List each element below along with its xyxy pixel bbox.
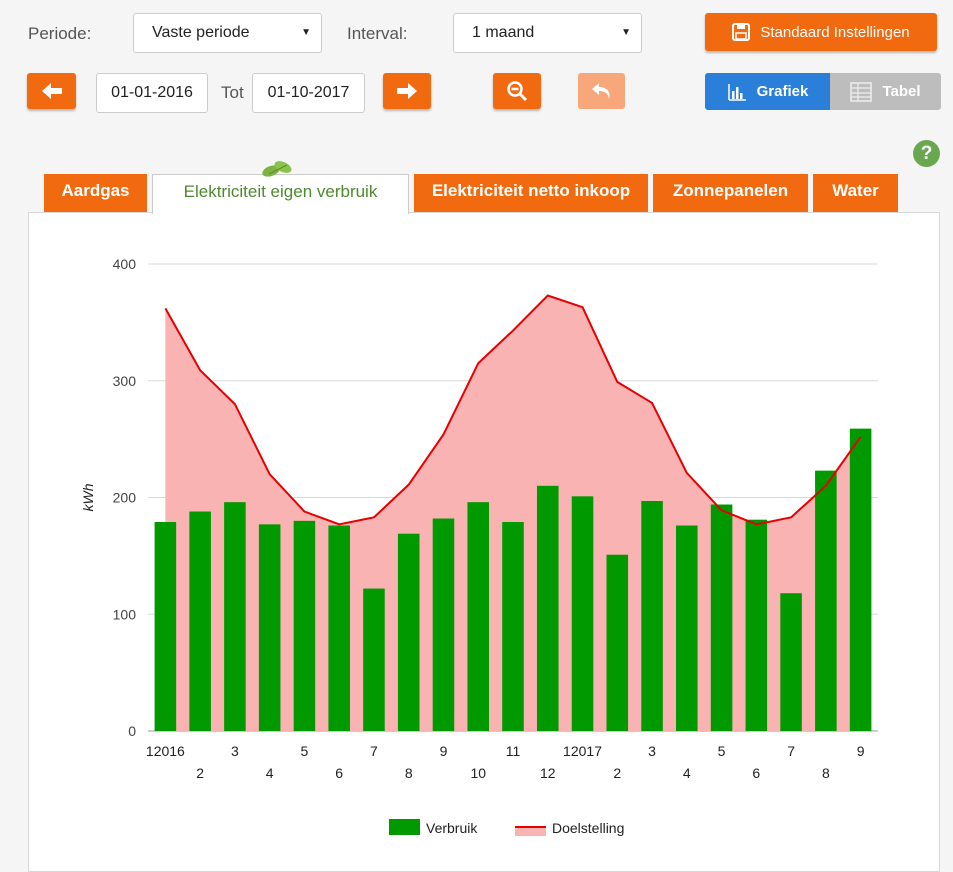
end-date-input[interactable]: 01-10-2017 xyxy=(252,73,365,113)
bar-verbruik xyxy=(258,524,281,731)
y-tick-label: 200 xyxy=(113,490,137,506)
legend-swatch-doelstelling-area xyxy=(515,827,546,836)
interval-select-value: 1 maand xyxy=(472,24,535,41)
y-tick-label: 0 xyxy=(128,723,136,739)
chevron-down-icon: ▼ xyxy=(621,27,631,38)
tot-label: Tot xyxy=(221,83,244,102)
x-tick-label: 2 xyxy=(196,765,204,781)
bar-verbruik xyxy=(502,522,524,731)
bar-verbruik xyxy=(293,520,316,731)
x-tick-label: 12 xyxy=(540,765,556,781)
bar-verbruik xyxy=(849,428,872,731)
start-date-input[interactable]: 01-01-2016 xyxy=(96,73,208,113)
chart-panel: 0 100 200 300 400 kWh 12016 2 3 4 5 6 7 8 9 10 11 12 12017… xyxy=(28,212,940,872)
previous-period-button[interactable] xyxy=(27,73,76,109)
bar-verbruik xyxy=(676,525,698,731)
bar-verbruik xyxy=(397,533,420,731)
y-tick-label: 300 xyxy=(113,373,137,389)
x-tick-label: 12017 xyxy=(563,743,602,759)
interval-label: Interval: xyxy=(347,24,408,43)
chevron-down-icon: ▼ xyxy=(301,27,311,38)
x-tick-label: 3 xyxy=(231,743,239,759)
y-tick-label: 400 xyxy=(113,256,137,272)
grafiek-toggle-button[interactable]: Grafiek xyxy=(705,73,830,110)
bar-verbruik xyxy=(606,554,629,731)
tab-elektriciteit-netto-inkoop[interactable]: Elektriciteit netto inkoop xyxy=(414,174,648,212)
save-icon xyxy=(732,23,751,41)
x-tick-label: 2 xyxy=(613,765,621,781)
interval-select[interactable]: 1 maand ▼ xyxy=(453,13,642,53)
x-tick-label: 4 xyxy=(683,765,691,781)
periode-label: Periode: xyxy=(28,24,92,43)
x-tick-label: 11 xyxy=(506,743,521,759)
y-axis-label: kWh xyxy=(80,483,96,511)
x-tick-label: 8 xyxy=(822,765,830,781)
tab-elektriciteit-eigen-verbruik[interactable]: Elektriciteit eigen verbruik xyxy=(152,161,409,214)
undo-button[interactable] xyxy=(578,73,625,109)
x-tick-label: 6 xyxy=(752,765,760,781)
view-toggle[interactable]: Grafiek Tabel xyxy=(705,73,941,110)
tab-label: Zonnepanelen xyxy=(672,181,789,200)
x-tick-label: 7 xyxy=(787,743,795,759)
leaf-icon xyxy=(262,161,292,177)
x-tick-label: 5 xyxy=(301,743,309,759)
bar-verbruik xyxy=(641,501,663,731)
x-tick-label: 10 xyxy=(470,765,486,781)
tab-aardgas[interactable]: Aardgas xyxy=(44,174,147,212)
bar-verbruik xyxy=(328,525,350,731)
bar-verbruik xyxy=(536,485,559,731)
tab-water[interactable]: Water xyxy=(813,174,898,212)
standaard-instellingen-label: Standaard Instellingen xyxy=(760,23,910,41)
bar-verbruik xyxy=(710,504,733,731)
x-tick-label: 5 xyxy=(718,743,726,759)
x-tick-label: 12016 xyxy=(146,743,185,759)
tab-label: Water xyxy=(832,181,879,200)
standaard-instellingen-button[interactable]: Standaard Instellingen xyxy=(705,13,937,51)
zoom-out-icon xyxy=(507,81,528,102)
x-tick-label: 6 xyxy=(335,765,343,781)
arrow-right-icon xyxy=(397,83,417,99)
bar-verbruik xyxy=(745,519,768,731)
x-tick-label: 4 xyxy=(266,765,274,781)
usage-chart: 0 100 200 300 400 kWh 12016 2 3 4 5 6 7 8 9 10 11 12 12017… xyxy=(80,256,878,836)
tabel-label: Tabel xyxy=(882,83,921,100)
x-tick-label: 7 xyxy=(370,743,378,759)
y-tick-label: 100 xyxy=(113,606,137,622)
table-icon xyxy=(850,81,873,102)
bar-verbruik xyxy=(467,502,490,731)
bar-verbruik xyxy=(571,496,594,731)
legend-label-doelstelling: Doelstelling xyxy=(552,820,624,836)
bar-verbruik xyxy=(432,518,455,731)
bar-verbruik xyxy=(154,522,177,731)
help-icon[interactable]: ? xyxy=(913,140,940,167)
tab-label: Elektriciteit netto inkoop xyxy=(431,181,631,200)
bar-verbruik xyxy=(363,588,385,731)
tab-label: Aardgas xyxy=(61,181,130,200)
x-tick-label: 9 xyxy=(440,743,448,759)
x-tick-label: 9 xyxy=(857,743,865,759)
x-tick-label: 3 xyxy=(648,743,656,759)
bar-verbruik xyxy=(780,593,802,731)
tab-label: Elektriciteit eigen verbruik xyxy=(183,182,378,201)
arrow-left-icon xyxy=(41,83,62,99)
bar-verbruik xyxy=(224,502,246,731)
tab-zonnepanelen[interactable]: Zonnepanelen xyxy=(653,174,808,212)
bar-verbruik xyxy=(815,470,837,731)
next-period-button[interactable] xyxy=(383,73,431,109)
bar-verbruik xyxy=(189,511,211,731)
x-tick-label: 8 xyxy=(405,765,413,781)
zoom-out-button[interactable] xyxy=(493,73,541,109)
legend-label-verbruik: Verbruik xyxy=(426,820,478,836)
periode-select-value: Vaste periode xyxy=(152,24,250,41)
bar-chart-icon xyxy=(727,83,746,101)
undo-icon xyxy=(591,83,610,99)
legend-swatch-verbruik xyxy=(389,819,420,835)
periode-select[interactable]: Vaste periode ▼ xyxy=(133,13,322,53)
grafiek-label: Grafiek xyxy=(756,83,809,100)
tabel-toggle-button[interactable]: Tabel xyxy=(830,73,941,110)
